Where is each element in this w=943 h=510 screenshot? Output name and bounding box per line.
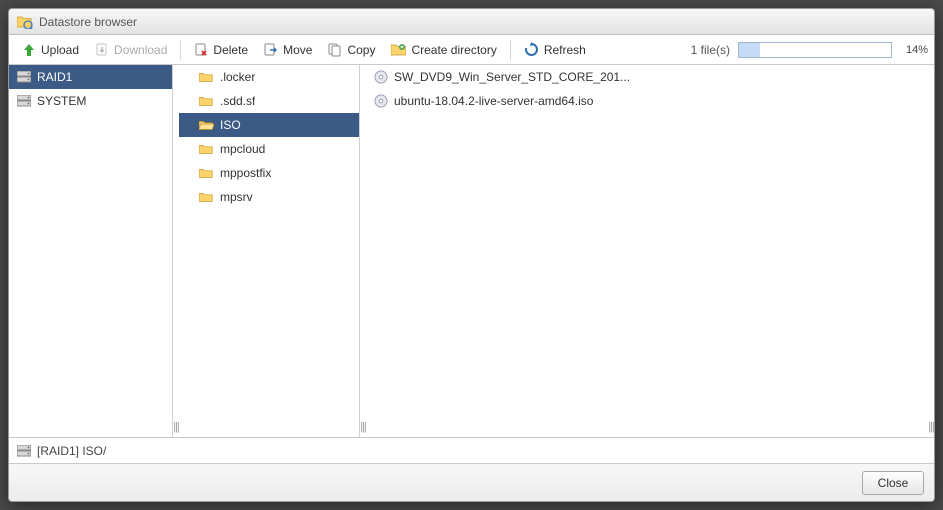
datastore-item[interactable]: SYSTEM: [9, 89, 172, 113]
file-item[interactable]: ubuntu-18.04.2-live-server-amd64.iso: [366, 89, 928, 113]
folder-name: mpsrv: [220, 190, 253, 204]
copy-button[interactable]: Copy: [321, 40, 382, 60]
close-button[interactable]: Close: [862, 471, 924, 495]
move-label: Move: [283, 43, 312, 57]
folder-icon: [199, 119, 214, 131]
delete-icon: [194, 43, 208, 57]
folder-item[interactable]: .sdd.sf: [179, 89, 359, 113]
copy-icon: [328, 43, 342, 57]
upload-label: Upload: [41, 43, 79, 57]
toolbar-separator: [180, 40, 181, 60]
folder-name: mppostfix: [220, 166, 271, 180]
datastore-icon: [17, 445, 31, 457]
disc-icon: [374, 94, 388, 108]
folder-name: mpcloud: [220, 142, 265, 156]
datastore-column: RAID1 SYSTEM: [9, 65, 173, 437]
datastore-icon: [17, 95, 31, 107]
refresh-icon: [524, 42, 539, 57]
create-directory-icon: [391, 43, 406, 56]
datastore-browser-window: Datastore browser Upload Download: [8, 8, 935, 502]
delete-button[interactable]: Delete: [187, 40, 255, 60]
titlebar: Datastore browser: [9, 9, 934, 35]
folder-icon: [199, 191, 214, 203]
browser-body: RAID1 SYSTEM ||| .locker .sdd.sf ISO mpcloud…: [9, 65, 934, 437]
progress-percent: 14%: [898, 44, 928, 56]
datastore-name: RAID1: [37, 70, 72, 84]
refresh-label: Refresh: [544, 43, 586, 57]
folder-item[interactable]: mpsrv: [179, 185, 359, 209]
folder-icon: [199, 95, 214, 107]
datastore-item[interactable]: RAID1: [9, 65, 172, 89]
window-title: Datastore browser: [39, 15, 137, 29]
toolbar: Upload Download Delete: [9, 35, 934, 65]
datastore-name: SYSTEM: [37, 94, 86, 108]
datastore-browser-icon: [17, 15, 33, 29]
download-button[interactable]: Download: [88, 40, 174, 60]
refresh-button[interactable]: Refresh: [517, 39, 593, 60]
move-icon: [264, 43, 278, 57]
create-directory-button[interactable]: Create directory: [384, 40, 503, 60]
folder-column: .locker .sdd.sf ISO mpcloud mppostfix mpsrv: [179, 65, 360, 437]
folder-icon: [199, 167, 214, 179]
footer: Close: [9, 463, 934, 501]
disc-icon: [374, 70, 388, 84]
folder-item[interactable]: mppostfix: [179, 161, 359, 185]
folder-item[interactable]: .locker: [179, 65, 359, 89]
folder-icon: [199, 71, 214, 83]
folder-name: .locker: [220, 70, 255, 84]
file-column: SW_DVD9_Win_Server_STD_CORE_201...ubuntu…: [366, 65, 928, 437]
folder-name: .sdd.sf: [220, 94, 255, 108]
file-count-label: 1 file(s): [691, 43, 736, 57]
statusbar: [RAID1] ISO/: [9, 437, 934, 463]
download-icon: [95, 43, 109, 57]
folder-item[interactable]: mpcloud: [179, 137, 359, 161]
file-item[interactable]: SW_DVD9_Win_Server_STD_CORE_201...: [366, 65, 928, 89]
progress-fill: [739, 43, 760, 57]
upload-button[interactable]: Upload: [15, 40, 86, 60]
move-button[interactable]: Move: [257, 40, 319, 60]
file-name: SW_DVD9_Win_Server_STD_CORE_201...: [394, 70, 630, 84]
progress-bar: [738, 42, 892, 58]
delete-label: Delete: [213, 43, 248, 57]
upload-icon: [22, 43, 36, 57]
download-label: Download: [114, 43, 167, 57]
folder-icon: [199, 143, 214, 155]
toolbar-separator: [510, 40, 511, 60]
upload-progress: 14%: [738, 42, 928, 58]
copy-label: Copy: [347, 43, 375, 57]
datastore-icon: [17, 71, 31, 83]
create-directory-label: Create directory: [411, 43, 496, 57]
column-splitter[interactable]: |||: [928, 65, 934, 437]
folder-item[interactable]: ISO: [179, 113, 359, 137]
file-name: ubuntu-18.04.2-live-server-amd64.iso: [394, 94, 593, 108]
folder-name: ISO: [220, 118, 241, 132]
current-path: [RAID1] ISO/: [37, 444, 106, 458]
